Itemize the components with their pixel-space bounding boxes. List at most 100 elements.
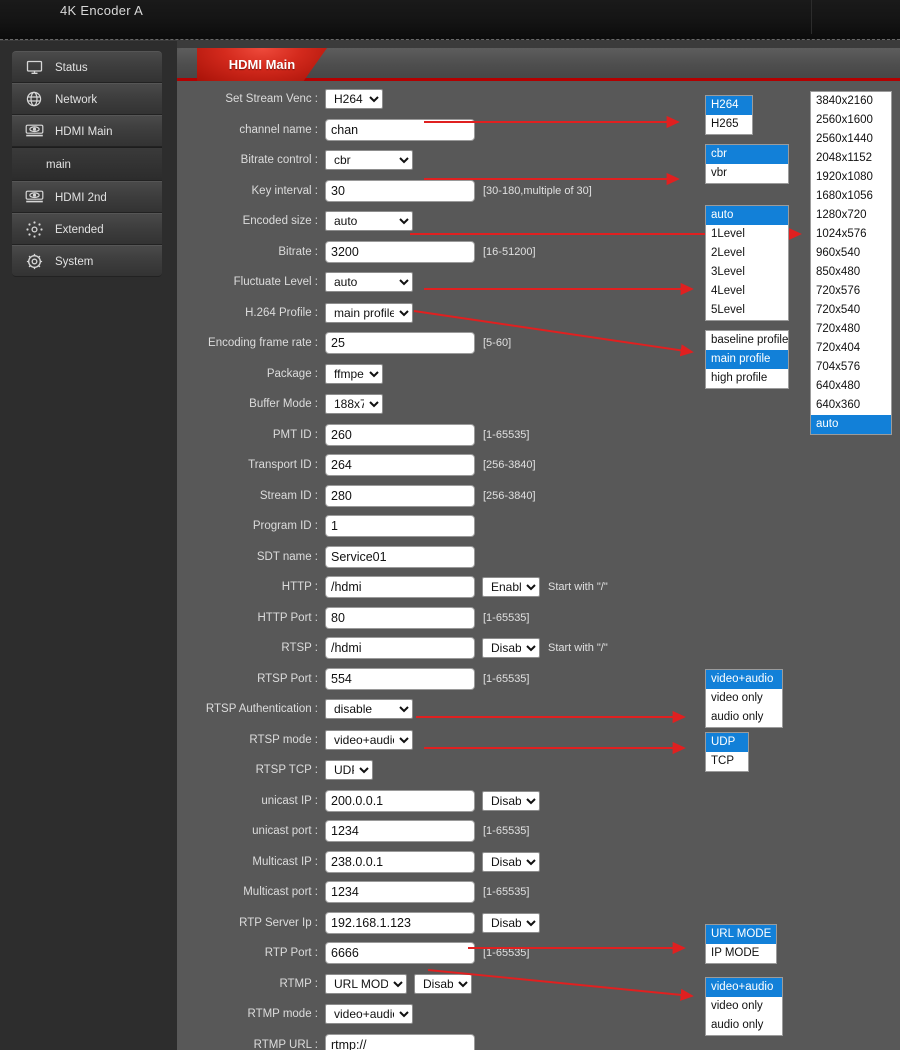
h264-profile-options[interactable]: baseline profile main profile high profile (705, 330, 789, 389)
rtmp-enable-select[interactable]: Disable (414, 973, 472, 994)
rtp-server-ip-enable-select[interactable]: Disable (482, 912, 540, 933)
rtsp-tcp-select[interactable]: UDP (325, 760, 373, 781)
dropdown-option[interactable]: 4Level (706, 282, 788, 301)
dropdown-option[interactable]: audio only (706, 1016, 782, 1035)
dropdown-option[interactable]: baseline profile (706, 331, 788, 350)
dropdown-option[interactable]: 720x540 (811, 301, 891, 320)
multicast-ip-input[interactable] (325, 850, 475, 873)
unicast-ip-input[interactable] (325, 789, 475, 812)
dropdown-option[interactable]: 2560x1600 (811, 111, 891, 130)
program-id-input[interactable] (325, 515, 475, 538)
sdt-name-input[interactable] (325, 545, 475, 568)
dropdown-option[interactable]: 2Level (706, 244, 788, 263)
dropdown-option[interactable]: 1280x720 (811, 206, 891, 225)
bitrate-input[interactable] (325, 240, 475, 263)
buffer-mode-select[interactable]: 188x7 (325, 394, 383, 415)
key-interval-input[interactable] (325, 179, 475, 202)
dropdown-option[interactable]: auto (706, 206, 788, 225)
rtmp-audio-options[interactable]: video+audio video only audio only (705, 977, 783, 1036)
dropdown-option[interactable]: UDP (706, 733, 748, 752)
rtsp-mode-select[interactable]: video+audio (325, 729, 413, 750)
dropdown-option[interactable]: 720x576 (811, 282, 891, 301)
http-port-input[interactable] (325, 606, 475, 629)
rtmp-select[interactable]: URL MODE (325, 973, 407, 994)
rtmp-mode-options[interactable]: URL MODE IP MODE (705, 924, 777, 964)
http-input[interactable] (325, 576, 475, 599)
dropdown-option[interactable]: 2560x1440 (811, 130, 891, 149)
dropdown-option[interactable]: 704x576 (811, 358, 891, 377)
dropdown-option[interactable]: 640x480 (811, 377, 891, 396)
dropdown-option[interactable]: 2048x1152 (811, 149, 891, 168)
sidebar-item-hdmi-2nd[interactable]: HDMI 2nd (12, 181, 162, 213)
dropdown-option[interactable]: 960x540 (811, 244, 891, 263)
rtsp-tcp-options[interactable]: UDP TCP (705, 732, 749, 772)
sidebar-item-label: main (46, 159, 71, 171)
app-window: 4K Encoder A Status Network HDMI Main main H… (0, 0, 900, 1050)
dropdown-option[interactable]: 3840x2160 (811, 92, 891, 111)
channel-name-input[interactable] (325, 118, 475, 141)
encoded-size-select[interactable]: auto (325, 211, 413, 232)
dropdown-option[interactable]: 1680x1056 (811, 187, 891, 206)
dropdown-option[interactable]: video+audio (706, 670, 782, 689)
field-hint: Start with "/" (548, 642, 608, 655)
sidebar-item-extended[interactable]: Extended (12, 213, 162, 245)
tab-hdmi-main[interactable]: HDMI Main (197, 48, 327, 81)
dropdown-option[interactable]: 720x480 (811, 320, 891, 339)
dropdown-option[interactable]: high profile (706, 369, 788, 388)
dropdown-option[interactable]: 1920x1080 (811, 168, 891, 187)
form-row-rtp-port: RTP Port : [1-65535] (177, 938, 900, 969)
dropdown-option[interactable]: video only (706, 997, 782, 1016)
h-264-profile-select[interactable]: main profile (325, 302, 413, 323)
sidebar-item-system[interactable]: System (12, 245, 162, 277)
dropdown-option[interactable]: 1Level (706, 225, 788, 244)
encoded-size-options[interactable]: 3840x2160 2560x1600 2560x1440 2048x1152 1920… (810, 91, 892, 435)
venc-options[interactable]: H264 H265 (705, 95, 753, 135)
dropdown-option[interactable]: 3Level (706, 263, 788, 282)
dropdown-option[interactable]: 640x360 (811, 396, 891, 415)
dropdown-option[interactable]: IP MODE (706, 944, 776, 963)
rtsp-enable-select[interactable]: Disable (482, 638, 540, 659)
sidebar-item-network[interactable]: Network (12, 83, 162, 115)
rtmp-mode-select[interactable]: video+audio (325, 1004, 413, 1025)
package-select[interactable]: ffmpeg (325, 363, 383, 384)
rtmp-url-input[interactable] (325, 1033, 475, 1050)
fluctuate-level-options[interactable]: auto 1Level 2Level 3Level 4Level 5Level (705, 205, 789, 321)
dropdown-option[interactable]: URL MODE (706, 925, 776, 944)
encoding-frame-rate-input[interactable] (325, 332, 475, 355)
rtp-server-ip-input[interactable] (325, 911, 475, 934)
dropdown-option[interactable]: video+audio (706, 978, 782, 997)
dropdown-option[interactable]: video only (706, 689, 782, 708)
bitrate-control-options[interactable]: cbr vbr (705, 144, 789, 184)
transport-id-input[interactable] (325, 454, 475, 477)
sidebar-item-hdmi-main[interactable]: HDMI Main (12, 115, 162, 147)
bitrate-control-select[interactable]: cbr (325, 150, 413, 171)
rtp-port-input[interactable] (325, 942, 475, 965)
pmt-id-input[interactable] (325, 423, 475, 446)
unicast-ip-enable-select[interactable]: Disable (482, 790, 540, 811)
dropdown-option[interactable]: TCP (706, 752, 748, 771)
rtsp-input[interactable] (325, 637, 475, 660)
rtsp-port-input[interactable] (325, 667, 475, 690)
unicast-port-input[interactable] (325, 820, 475, 843)
dropdown-option[interactable]: H265 (706, 115, 752, 134)
dropdown-option[interactable]: 5Level (706, 301, 788, 320)
dropdown-option[interactable]: main profile (706, 350, 788, 369)
http-enable-select[interactable]: Enable (482, 577, 540, 598)
fluctuate-level-select[interactable]: auto (325, 272, 413, 293)
dropdown-option[interactable]: auto (811, 415, 891, 434)
sidebar-item-status[interactable]: Status (12, 51, 162, 83)
rtsp-authentication-select[interactable]: disable (325, 699, 413, 720)
set-stream-venc-select[interactable]: H264 (325, 89, 383, 110)
multicast-ip-enable-select[interactable]: Disable (482, 851, 540, 872)
dropdown-option[interactable]: 1024x576 (811, 225, 891, 244)
stream-id-input[interactable] (325, 484, 475, 507)
dropdown-option[interactable]: 720x404 (811, 339, 891, 358)
dropdown-option[interactable]: 850x480 (811, 263, 891, 282)
rtsp-mode-options[interactable]: video+audio video only audio only (705, 669, 783, 728)
dropdown-option[interactable]: cbr (706, 145, 788, 164)
dropdown-option[interactable]: vbr (706, 164, 788, 183)
dropdown-option[interactable]: audio only (706, 708, 782, 727)
multicast-port-input[interactable] (325, 881, 475, 904)
sidebar-item-main[interactable]: main (12, 147, 162, 181)
dropdown-option[interactable]: H264 (706, 96, 752, 115)
